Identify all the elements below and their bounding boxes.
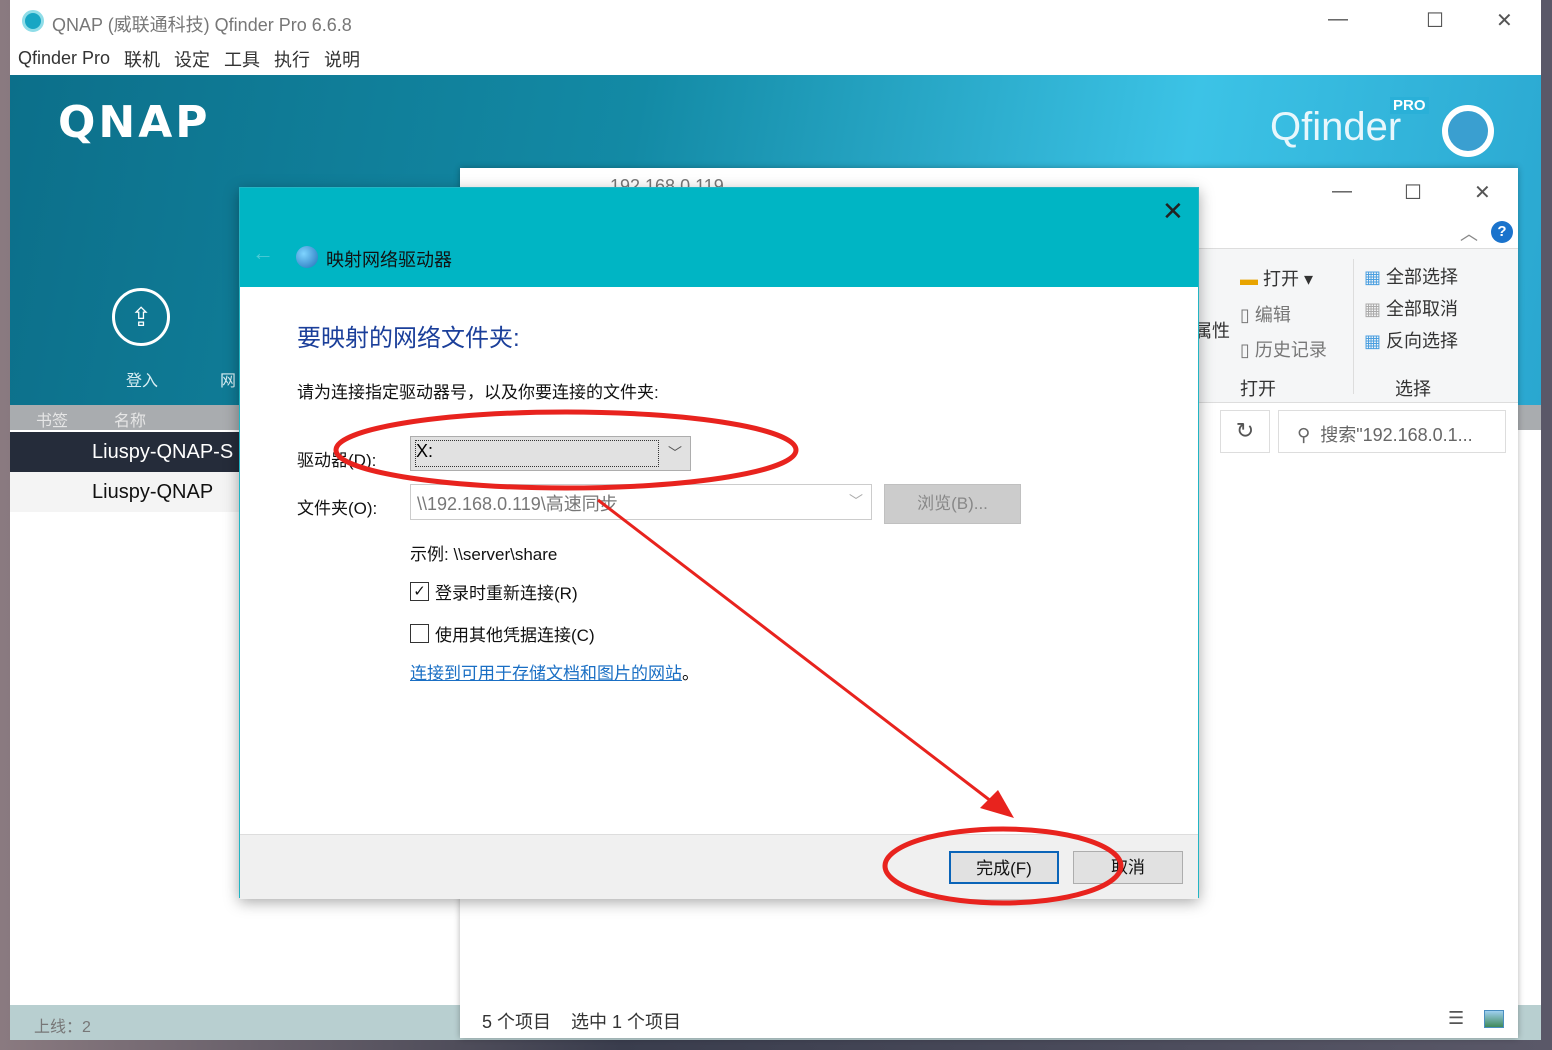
divider: [1353, 259, 1354, 394]
menu-bar: Qfinder Pro 联机 设定 工具 执行 说明: [10, 42, 1541, 75]
login-label[interactable]: 登入: [126, 367, 158, 391]
qnap-logo: QNAP: [58, 97, 211, 148]
collapse-ribbon-icon[interactable]: ︿: [1460, 220, 1478, 246]
menu-run[interactable]: 执行: [274, 46, 310, 72]
browse-button[interactable]: 浏览(B)...: [884, 484, 1021, 524]
history-icon: ▯: [1240, 340, 1250, 360]
large-icons-view-icon[interactable]: [1484, 1010, 1504, 1028]
link-suffix: 。: [682, 664, 699, 683]
drive-value: X:: [415, 440, 659, 467]
selected-count: 选中 1 个项目: [571, 1008, 681, 1034]
qfinder-logo: Qfinder: [1270, 105, 1401, 150]
website-link[interactable]: 连接到可用于存储文档和图片的网站: [410, 664, 682, 683]
edit-icon: ▯: [1240, 305, 1250, 325]
chevron-down-icon: ﹀: [849, 491, 863, 511]
select-all-icon: ▦: [1364, 267, 1381, 287]
properties-button[interactable]: 属性: [1194, 317, 1230, 343]
search-input[interactable]: ⚲ 搜索"192.168.0.1...: [1278, 410, 1506, 453]
title-bar: QNAP (威联通科技) Qfinder Pro 6.6.8 — ☐ ✕: [10, 0, 1541, 42]
explorer-close-button[interactable]: ✕: [1474, 180, 1491, 205]
login-icon[interactable]: ⇪: [112, 288, 170, 346]
qfinder-app-icon: [22, 10, 44, 32]
dialog-description: 请为连接指定驱动器号，以及你要连接的文件夹:: [297, 378, 659, 403]
qfinder-search-logo-icon: [1442, 105, 1494, 157]
header-name[interactable]: 名称: [114, 407, 146, 431]
pro-badge: PRO: [1390, 97, 1429, 114]
folder-open-icon: ▬: [1240, 269, 1258, 289]
cancel-button[interactable]: 取消: [1073, 851, 1183, 884]
other-credentials-checkbox[interactable]: 使用其他凭据连接(C): [410, 621, 595, 646]
reconnect-checkbox[interactable]: ✓登录时重新连接(R): [410, 579, 578, 604]
network-drive-icon: [296, 246, 318, 268]
select-none-button[interactable]: ▦ 全部取消: [1364, 295, 1458, 321]
close-button[interactable]: ✕: [1496, 8, 1513, 33]
window-title: QNAP (威联通科技) Qfinder Pro 6.6.8: [52, 11, 352, 37]
refresh-icon[interactable]: ↻: [1220, 410, 1270, 453]
history-button[interactable]: ▯ 历史记录: [1240, 336, 1327, 362]
details-view-icon[interactable]: ☰: [1448, 1008, 1464, 1029]
checkbox-checked-icon[interactable]: ✓: [410, 582, 429, 601]
minimize-button[interactable]: —: [1328, 8, 1348, 31]
chevron-down-icon: ﹀: [668, 443, 682, 463]
folder-input[interactable]: \\192.168.0.119\高速同步 ﹀: [410, 484, 872, 520]
folder-label: 文件夹(O):: [297, 494, 377, 519]
header-bookmark[interactable]: 书签: [36, 407, 68, 431]
search-icon: ⚲: [1297, 425, 1310, 445]
dialog-close-icon[interactable]: ✕: [1162, 196, 1184, 227]
explorer-maximize-button[interactable]: ☐: [1404, 180, 1422, 205]
menu-qfinder[interactable]: Qfinder Pro: [18, 48, 110, 69]
checkbox-unchecked-icon[interactable]: [410, 624, 429, 643]
edit-button[interactable]: ▯ 编辑: [1240, 301, 1291, 327]
folder-value: \\192.168.0.119\高速同步: [417, 494, 618, 514]
open-group-label: 打开: [1240, 375, 1276, 401]
menu-help[interactable]: 说明: [324, 46, 360, 72]
invert-selection-button[interactable]: ▦ 反向选择: [1364, 327, 1458, 353]
explorer-status-bar: 5 个项目 选中 1 个项目: [482, 1008, 681, 1034]
menu-tools[interactable]: 工具: [224, 46, 260, 72]
menu-connect[interactable]: 联机: [124, 46, 160, 72]
dialog-heading: 要映射的网络文件夹:: [297, 318, 520, 353]
network-label[interactable]: 网: [220, 367, 236, 391]
finish-button[interactable]: 完成(F): [949, 851, 1059, 884]
dialog-footer: 完成(F) 取消: [240, 834, 1198, 899]
drive-select[interactable]: X: ﹀: [410, 436, 691, 471]
explorer-minimize-button[interactable]: —: [1332, 180, 1352, 203]
map-network-drive-dialog: ← 映射网络驱动器 ✕ 要映射的网络文件夹: 请为连接指定驱动器号，以及你要连接…: [239, 187, 1199, 898]
item-count: 5 个项目: [482, 1008, 551, 1034]
back-arrow-icon[interactable]: ←: [252, 240, 274, 266]
invert-selection-icon: ▦: [1364, 331, 1381, 351]
menu-settings[interactable]: 设定: [174, 46, 210, 72]
example-text: 示例: \\server\share: [410, 540, 557, 565]
open-button[interactable]: ▬ 打开 ▾: [1240, 265, 1313, 291]
dialog-header: ← 映射网络驱动器 ✕: [240, 188, 1198, 287]
link-row: 连接到可用于存储文档和图片的网站。: [410, 659, 699, 684]
select-none-icon: ▦: [1364, 299, 1381, 319]
dialog-title: 映射网络驱动器: [326, 246, 452, 272]
select-group-label: 选择: [1395, 375, 1431, 401]
help-icon[interactable]: ?: [1491, 221, 1513, 243]
maximize-button[interactable]: ☐: [1426, 8, 1444, 33]
device-row[interactable]: Liuspy-QNAP: [10, 472, 250, 512]
select-all-button[interactable]: ▦ 全部选择: [1364, 263, 1458, 289]
device-row[interactable]: Liuspy-QNAP-S: [10, 432, 250, 472]
drive-label: 驱动器(D):: [297, 446, 376, 471]
